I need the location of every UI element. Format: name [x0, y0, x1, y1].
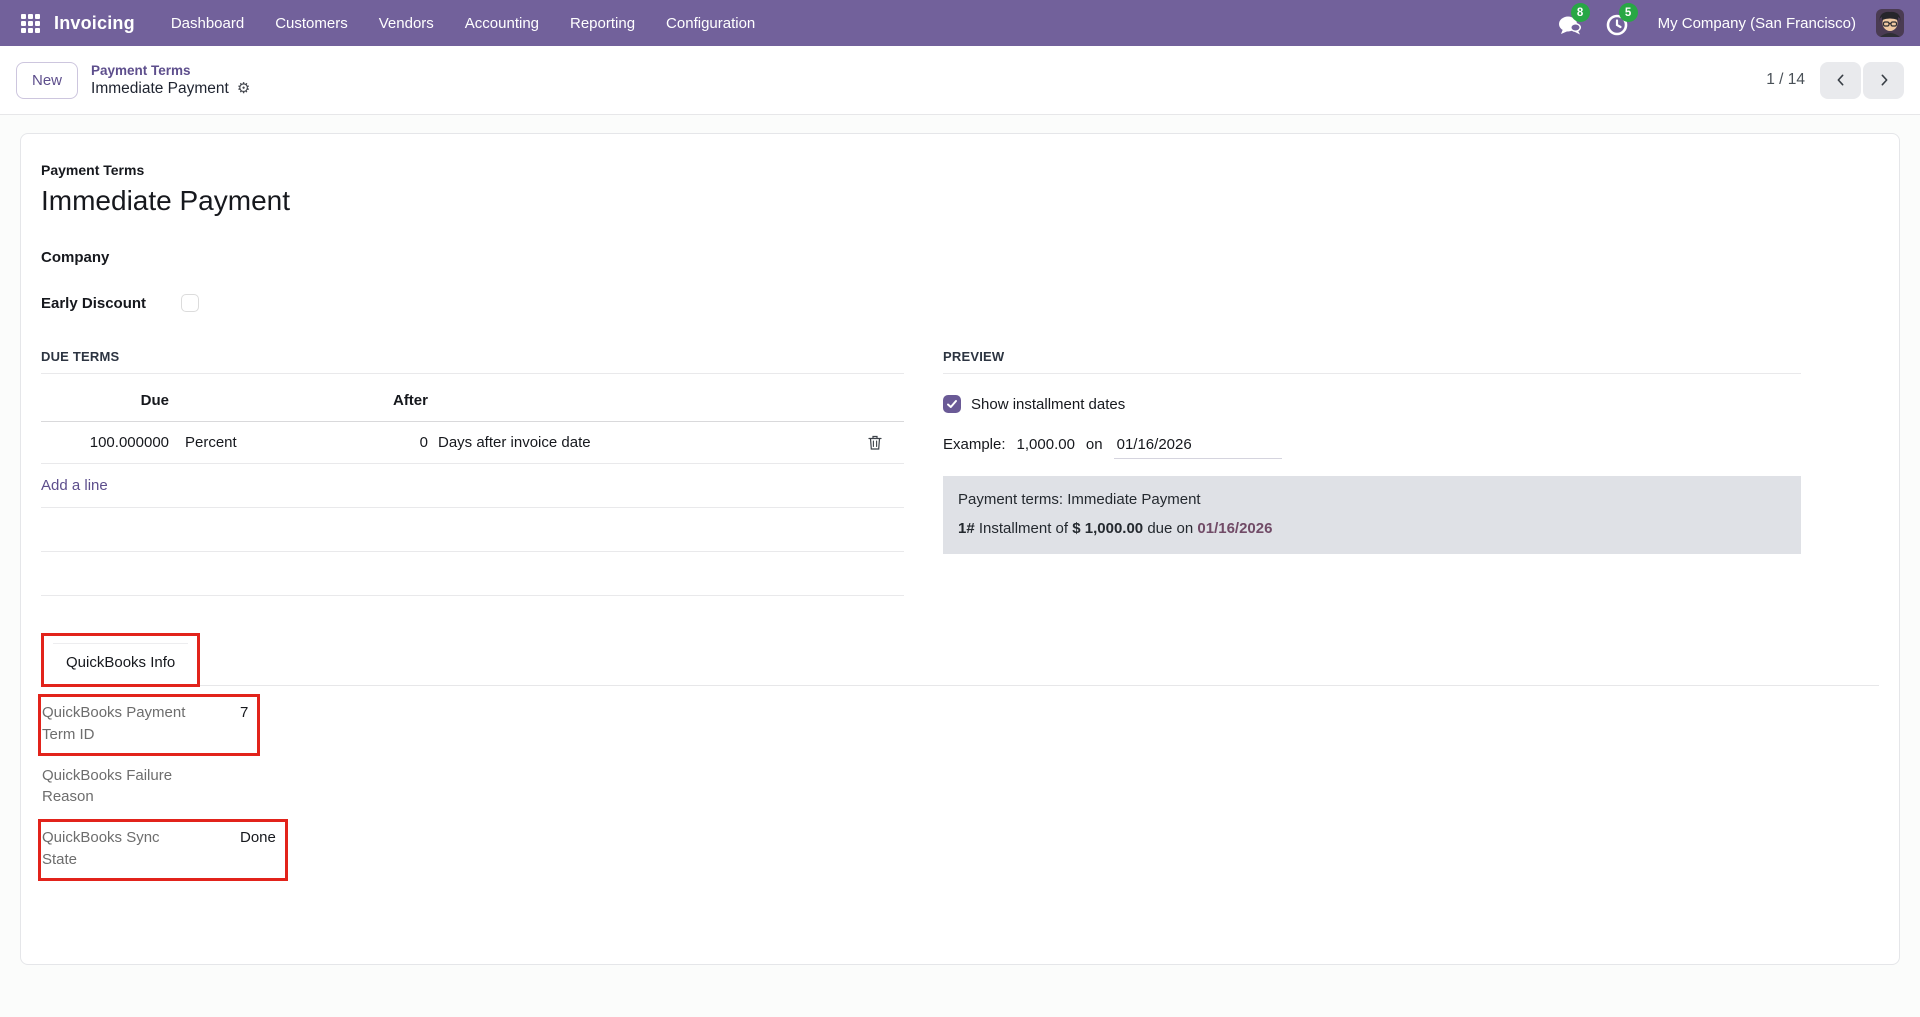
delete-row-button[interactable] — [868, 435, 882, 450]
apps-grid-icon[interactable] — [16, 9, 44, 37]
breadcrumb-current: Immediate Payment — [91, 79, 229, 97]
activities-button[interactable]: 5 — [1606, 3, 1638, 36]
after-days-cell[interactable]: 0 — [285, 434, 428, 451]
top-navbar: Invoicing Dashboard Customers Vendors Ac… — [0, 0, 1920, 46]
annotation-box-sync-state: QuickBooks Sync State Done — [38, 819, 288, 881]
quickbooks-info-panel: QuickBooks Payment Term ID 7 QuickBooks … — [38, 694, 1879, 881]
early-discount-label: Early Discount — [41, 294, 147, 312]
menu-configuration[interactable]: Configuration — [666, 15, 755, 32]
menu-dashboard[interactable]: Dashboard — [171, 15, 244, 32]
qb-sync-state-value: Done — [240, 829, 276, 846]
installment-date: 01/16/2026 — [1197, 520, 1273, 537]
installment-amount: $ 1,000.00 — [1072, 520, 1144, 537]
qb-payment-term-id-value: 7 — [240, 704, 249, 721]
example-on-label: on — [1085, 436, 1103, 453]
company-field-label: Company — [41, 248, 110, 266]
column-header-after: After — [392, 392, 428, 409]
example-amount[interactable]: 1,000.00 — [1017, 436, 1075, 453]
menu-reporting[interactable]: Reporting — [570, 15, 635, 32]
pager: 1 / 14 — [1766, 61, 1904, 99]
column-header-due: Due — [140, 392, 169, 409]
activities-count-badge: 5 — [1618, 3, 1638, 22]
menu-vendors[interactable]: Vendors — [379, 15, 434, 32]
after-type-cell[interactable]: Days after invoice date — [428, 434, 844, 451]
empty-table-row — [41, 552, 904, 596]
qb-sync-state-label: QuickBooks Sync State — [42, 829, 160, 868]
example-label: Example: — [943, 436, 1006, 453]
qb-payment-term-id-label: QuickBooks Payment Term ID — [42, 704, 186, 743]
messages-button[interactable]: 8 — [1558, 3, 1590, 36]
preview-installment-line: 1# Installment of $ 1,000.00 due on 01/1… — [958, 520, 1273, 537]
pager-previous-button[interactable] — [1820, 61, 1861, 99]
add-line-row: Add a line — [41, 464, 904, 508]
form-sheet: Payment Terms Immediate Payment Company … — [20, 133, 1900, 965]
payment-terms-preview-box: Payment terms: Immediate Payment 1# Inst… — [943, 476, 1801, 554]
menu-accounting[interactable]: Accounting — [465, 15, 539, 32]
app-name[interactable]: Invoicing — [54, 13, 135, 34]
breadcrumb: Payment Terms Immediate Payment ⚙ — [91, 63, 250, 98]
preview-section: PREVIEW Show installment dates Example: … — [943, 349, 1801, 596]
pager-count: 1 / 14 — [1766, 71, 1805, 88]
control-panel: New Payment Terms Immediate Payment ⚙ 1 … — [0, 46, 1920, 115]
early-discount-checkbox[interactable] — [181, 294, 199, 312]
checkmark-icon — [947, 400, 957, 408]
installment-number: 1# — [958, 520, 975, 537]
main-menu: Dashboard Customers Vendors Accounting R… — [171, 15, 755, 32]
annotation-box-payment-term-id: QuickBooks Payment Term ID 7 — [38, 694, 261, 756]
chevron-right-icon — [1881, 74, 1887, 86]
pager-next-button[interactable] — [1863, 61, 1904, 99]
gear-icon[interactable]: ⚙ — [237, 81, 250, 96]
due-value-cell[interactable]: 100.000000 — [41, 434, 169, 451]
due-terms-table-header: Due After — [41, 374, 904, 422]
show-installment-dates-label: Show installment dates — [971, 395, 1126, 413]
empty-table-row — [41, 508, 904, 552]
record-type-label: Payment Terms — [41, 162, 145, 178]
menu-customers[interactable]: Customers — [275, 15, 348, 32]
preview-heading: PREVIEW — [943, 349, 1801, 374]
messages-count-badge: 8 — [1570, 3, 1590, 22]
annotation-box-tab: QuickBooks Info — [41, 633, 201, 687]
example-date-input[interactable] — [1113, 434, 1282, 459]
due-terms-section: DUE TERMS Due After 100.000000 Percent 0… — [41, 349, 904, 596]
user-avatar[interactable] — [1876, 9, 1904, 37]
qb-failure-reason-row: QuickBooks Failure Reason — [38, 757, 252, 819]
company-switcher[interactable]: My Company (San Francisco) — [1658, 15, 1856, 32]
due-value-type-cell[interactable]: Percent — [169, 434, 285, 451]
breadcrumb-parent-link[interactable]: Payment Terms — [91, 63, 250, 78]
show-installment-dates-checkbox[interactable] — [943, 395, 961, 413]
table-row[interactable]: 100.000000 Percent 0 Days after invoice … — [41, 422, 904, 464]
qb-failure-reason-label: QuickBooks Failure Reason — [42, 766, 173, 806]
add-a-line-link[interactable]: Add a line — [41, 477, 108, 494]
chevron-left-icon — [1837, 74, 1843, 86]
record-name-input[interactable]: Immediate Payment — [41, 185, 1879, 217]
preview-terms-line: Payment terms: Immediate Payment — [958, 491, 1201, 508]
due-terms-heading: DUE TERMS — [41, 349, 904, 374]
tab-quickbooks-info[interactable]: QuickBooks Info — [53, 643, 189, 684]
new-button[interactable]: New — [16, 61, 79, 99]
notebook-tabs: QuickBooks Info — [41, 633, 1879, 687]
trash-icon — [868, 435, 882, 450]
navbar-right: 8 5 My Company (San Francisco) — [1558, 3, 1904, 37]
